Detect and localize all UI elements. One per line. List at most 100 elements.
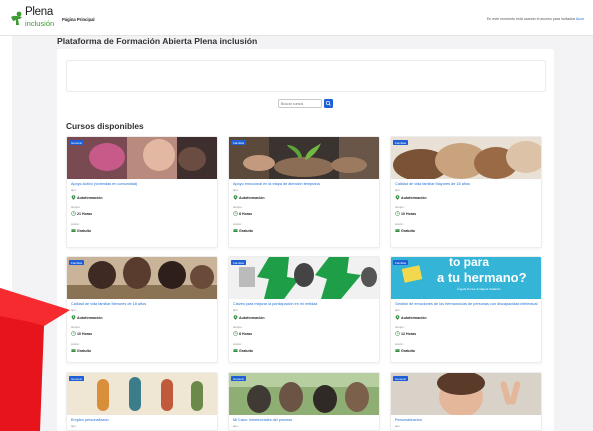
course-card[interactable]: General Mi Caso: inmemoriales del proces… [228, 372, 380, 431]
category-badge: General [393, 376, 408, 382]
promo-text-line1: to para [449, 257, 489, 269]
course-title-link[interactable]: Calidad de vida familiar Menores de 18 a… [71, 302, 216, 306]
clock-icon [233, 211, 238, 216]
precio-label: precio: [233, 222, 242, 226]
tiempo-label: tiempo: [395, 205, 405, 209]
tipo-label: tipo: [71, 188, 77, 192]
location-pin-icon [71, 315, 76, 320]
price-tag-icon [395, 229, 400, 232]
tipo-label: tipo: [71, 424, 77, 428]
course-image [391, 373, 541, 415]
course-card[interactable]: to para a tu hermano? Ángela Ponce & Mig… [390, 256, 542, 363]
course-duration: 10 Horas [401, 212, 417, 216]
clock-icon [71, 331, 76, 336]
course-title-link[interactable]: Empleo personalizado [71, 418, 216, 422]
course-title-link[interactable]: Mi Caso: inmemoriales del proceso [233, 418, 378, 422]
clock-icon [395, 331, 400, 336]
course-card[interactable]: General Empleo personalizado tipo: [66, 372, 218, 431]
precio-label: precio: [71, 222, 80, 226]
course-type: Autoformación [77, 316, 103, 320]
search-icon [325, 100, 331, 106]
guest-access-notice: En este momento está usando el acceso pa… [487, 17, 584, 21]
course-image [229, 137, 379, 179]
course-price: Gratuito [77, 229, 91, 233]
course-card[interactable]: Familias Apoyo emocional en la etapa de … [228, 136, 380, 248]
course-image [67, 373, 217, 415]
course-image [391, 137, 541, 179]
tiempo-label: tiempo: [395, 325, 405, 329]
course-duration: 12 Horas [401, 332, 417, 336]
price-tag-icon [71, 349, 76, 352]
price-tag-icon [395, 349, 400, 352]
price-tag-icon [233, 229, 238, 232]
course-title-link[interactable]: Personalización [395, 418, 540, 422]
top-navbar: Plena inclusión Página Principal En este… [0, 0, 593, 36]
course-title-link[interactable]: Gestión de emociones de los hermanos/as … [395, 302, 540, 306]
location-pin-icon [233, 195, 238, 200]
section-title-courses: Cursos disponibles [66, 121, 144, 131]
location-pin-icon [395, 315, 400, 320]
course-title-link[interactable]: Apoyo Activo (viviendas en comunidad) [71, 182, 216, 186]
guest-access-text: En este momento está usando el acceso pa… [486, 17, 576, 21]
price-tag-icon [233, 349, 238, 352]
category-badge: Familias [393, 140, 409, 146]
precio-label: precio: [395, 342, 404, 346]
logo-text: Plena [25, 6, 53, 18]
course-type: Autoformación [401, 316, 427, 320]
search-button[interactable] [324, 99, 333, 108]
course-price: Gratuito [77, 349, 91, 353]
promo-text-line2: a tu hermano? [437, 270, 527, 285]
course-duration: 8 Horas [239, 332, 253, 336]
clock-icon [395, 211, 400, 216]
location-pin-icon [395, 195, 400, 200]
category-badge: General [231, 376, 246, 382]
course-price: Gratuito [239, 229, 253, 233]
nav-home-link[interactable]: Página Principal [62, 17, 95, 22]
course-card[interactable]: General Personalización tipo: [390, 372, 542, 431]
precio-label: precio: [71, 342, 80, 346]
course-card[interactable]: Familias Calidad de vida familiar Mayore… [390, 136, 542, 248]
category-badge: Familias [231, 260, 247, 266]
location-pin-icon [71, 195, 76, 200]
login-link[interactable]: Acce [576, 17, 584, 21]
tipo-label: tipo: [233, 308, 239, 312]
course-price: Gratuito [239, 349, 253, 353]
course-duration: 21 Horas [77, 212, 93, 216]
course-title-link[interactable]: Apoyo emocional en la etapa de atención … [233, 182, 378, 186]
course-type: Autoformación [77, 196, 103, 200]
course-image [229, 257, 379, 299]
course-card[interactable]: Familias Claves para mejorar la particip… [228, 256, 380, 363]
course-type: Autoformación [401, 196, 427, 200]
tipo-label: tipo: [395, 308, 401, 312]
course-type: Autoformación [239, 196, 265, 200]
course-card[interactable]: General Apoyo Activo (viviendas en comun… [66, 136, 218, 248]
logo-figure-icon [11, 11, 22, 25]
price-tag-icon [71, 229, 76, 232]
logo-subtext: inclusión [25, 19, 55, 28]
tiempo-label: tiempo: [71, 205, 81, 209]
page-title: Plataforma de Formación Abierta Plena in… [57, 36, 258, 46]
tipo-label: tipo: [395, 188, 401, 192]
course-title-link[interactable]: Calidad de vida familiar Mayores de 18 a… [395, 182, 540, 186]
clock-icon [233, 331, 238, 336]
course-image: to para a tu hermano? Ángela Ponce & Mig… [391, 257, 541, 299]
course-title-link[interactable]: Claves para mejorar la participación en … [233, 302, 378, 306]
category-badge: Familias [393, 260, 409, 266]
course-image [229, 373, 379, 415]
info-box [66, 60, 546, 92]
precio-label: precio: [395, 222, 404, 226]
course-card[interactable]: Familias Calidad de vida familiar Menore… [66, 256, 218, 363]
category-badge: General [69, 376, 84, 382]
tipo-label: tipo: [233, 424, 239, 428]
location-pin-icon [233, 315, 238, 320]
promo-authors: Ángela Ponce & Miguel Gallardo [457, 287, 501, 291]
tiempo-label: tiempo: [233, 205, 243, 209]
tipo-label: tipo: [395, 424, 401, 428]
course-search-input[interactable] [278, 99, 322, 108]
category-badge: Familias [69, 260, 85, 266]
plena-inclusion-logo[interactable]: Plena inclusión [10, 6, 58, 30]
course-image [67, 137, 217, 179]
tipo-label: tipo: [233, 188, 239, 192]
precio-label: precio: [233, 342, 242, 346]
course-duration: 10 Horas [77, 332, 93, 336]
